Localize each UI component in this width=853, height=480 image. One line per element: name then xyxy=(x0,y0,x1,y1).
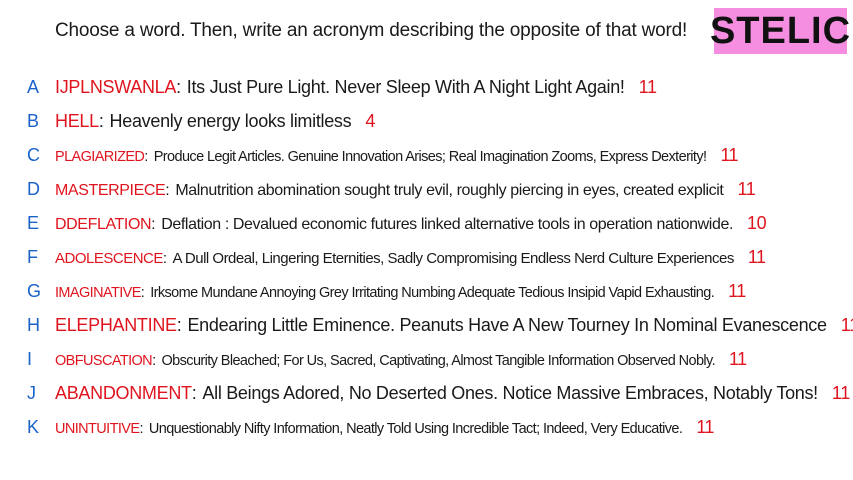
list-item: J ABANDONMENT: All Beings Adored, No Des… xyxy=(27,382,850,403)
list-item: A IJPLNSWANLA: Its Just Pure Light. Neve… xyxy=(27,76,657,97)
letter-count: 11 xyxy=(840,314,853,335)
letter-count: 11 xyxy=(728,280,746,301)
source-word: IMAGINATIVE xyxy=(55,284,141,301)
letter-count: 10 xyxy=(747,212,767,233)
letter-count: 11 xyxy=(747,246,766,267)
list-item: E DDEFLATION: Deflation : Devalued econo… xyxy=(27,212,767,233)
row-letter: G xyxy=(27,280,42,301)
list-item: D MASTERPIECE: Malnutrition abomination … xyxy=(27,178,756,199)
acronym-text: Heavenly energy looks limitless xyxy=(109,110,352,131)
row-letter: H xyxy=(27,314,40,335)
acronym-text: Produce Legit Articles. Genuine Innovati… xyxy=(153,148,707,165)
source-word: UNINTUITIVE xyxy=(55,420,140,437)
acronym-text: Irksome Mundane Annoying Grey Irritating… xyxy=(150,284,715,301)
row-letter: B xyxy=(27,110,40,131)
row-letter: D xyxy=(27,178,40,199)
row-letter: K xyxy=(27,416,40,437)
letter-count: 11 xyxy=(696,416,714,437)
source-word: DDEFLATION xyxy=(55,215,152,233)
source-word: MASTERPIECE xyxy=(55,181,166,199)
list-item: G IMAGINATIVE: Irksome Mundane Annoying … xyxy=(27,280,746,301)
acronym-text: Endearing Little Eminence. Peanuts Have … xyxy=(187,314,827,335)
row-letter: C xyxy=(27,144,40,165)
stelic-logo: STELIC xyxy=(710,8,850,54)
acronym-text: Its Just Pure Light. Never Sleep With A … xyxy=(186,76,625,97)
acronym-text: Malnutrition abomination sought truly ev… xyxy=(175,181,724,199)
source-word: HELL xyxy=(55,110,99,131)
list-item: I OBFUSCATION: Obscurity Bleached; For U… xyxy=(27,348,747,369)
letter-count: 11 xyxy=(737,178,756,199)
acronym-text: A Dull Ordeal, Lingering Eternities, Sad… xyxy=(172,249,735,267)
row-letter: A xyxy=(27,76,40,97)
letter-count: 11 xyxy=(720,144,738,165)
list-item: C PLAGIARIZED: Produce Legit Articles. G… xyxy=(27,144,739,165)
prompt-text: Choose a word. Then, write an acronym de… xyxy=(55,20,688,41)
letter-count: 11 xyxy=(831,382,850,403)
list-item: F ADOLESCENCE: A Dull Ordeal, Lingering … xyxy=(27,246,766,267)
list-item: B HELL: Heavenly energy looks limitless … xyxy=(27,110,376,131)
row-letter: E xyxy=(27,212,40,233)
acronym-text: Deflation : Devalued economic futures li… xyxy=(161,215,733,233)
source-word: IJPLNSWANLA xyxy=(55,76,177,97)
row-letter: F xyxy=(27,246,38,267)
list-item: K UNINTUITIVE: Unquestionably Nifty Info… xyxy=(27,416,714,437)
source-word: ABANDONMENT xyxy=(55,382,192,403)
source-word: ELEPHANTINE xyxy=(55,314,177,335)
list-item: H ELEPHANTINE: Endearing Little Eminence… xyxy=(0,310,853,340)
letter-count: 11 xyxy=(729,348,747,369)
letter-count: 11 xyxy=(638,76,657,97)
source-word: PLAGIARIZED xyxy=(55,148,145,165)
letter-count: 4 xyxy=(365,110,376,131)
acronym-text: Obscurity Bleached; For Us, Sacred, Capt… xyxy=(161,352,716,369)
acronym-text: All Beings Adored, No Deserted Ones. Not… xyxy=(202,382,818,403)
acronym-text: Unquestionably Nifty Information, Neatly… xyxy=(148,420,683,437)
row-letter: I xyxy=(27,348,33,369)
source-word: ADOLESCENCE xyxy=(55,249,163,267)
row-letter: J xyxy=(27,382,36,403)
source-word: OBFUSCATION xyxy=(55,352,153,369)
